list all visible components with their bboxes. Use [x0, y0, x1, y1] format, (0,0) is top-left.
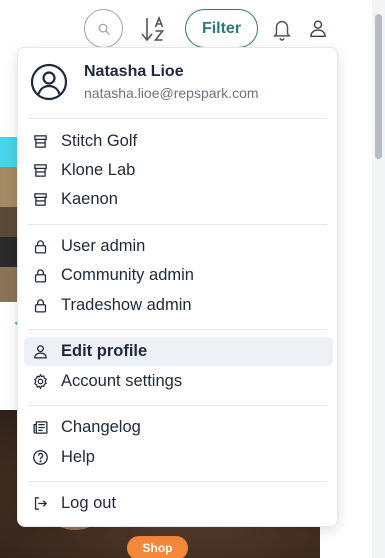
divider	[28, 118, 327, 119]
user-dropdown-menu: Natasha Lioe natasha.lioe@repspark.com S…	[17, 47, 338, 527]
menu-item-community-admin[interactable]: Community admin	[24, 261, 333, 290]
divider	[28, 405, 327, 406]
divider	[28, 329, 327, 330]
lock-icon	[32, 267, 49, 284]
menu-item-label: Kaenon	[61, 190, 118, 208]
gear-icon	[32, 373, 49, 390]
menu-item-label: Klone Lab	[61, 161, 136, 179]
menu-item-label: Stitch Golf	[61, 132, 138, 150]
search-button[interactable]	[84, 9, 123, 48]
menu-item-kaenon[interactable]: Kaenon	[24, 185, 333, 214]
menu-item-label: Log out	[61, 494, 117, 512]
logout-icon	[32, 495, 49, 512]
store-icon	[32, 191, 49, 208]
user-icon	[308, 18, 328, 38]
menu-item-help[interactable]: Help	[24, 443, 333, 472]
menu-item-label: Account settings	[61, 372, 183, 390]
scrollbar-thumb[interactable]	[375, 14, 382, 159]
sort-alpha-icon	[140, 15, 168, 43]
menu-item-stitch-golf[interactable]: Stitch Golf	[24, 127, 333, 156]
avatar-icon	[30, 63, 68, 101]
search-icon	[97, 22, 111, 36]
scrollbar[interactable]	[372, 0, 385, 558]
shop-button[interactable]: Shop	[127, 536, 188, 558]
newspaper-icon	[32, 419, 49, 436]
bell-icon	[271, 17, 293, 41]
menu-item-account-settings[interactable]: Account settings	[24, 367, 333, 396]
menu-item-user-admin[interactable]: User admin	[24, 232, 333, 261]
profile-header: Natasha Lioe natasha.lioe@repspark.com	[18, 48, 337, 118]
notifications-button[interactable]	[270, 16, 294, 42]
menu-item-tradeshow-admin[interactable]: Tradeshow admin	[24, 291, 333, 320]
filter-button[interactable]: Filter	[185, 9, 258, 48]
menu-item-log-out[interactable]: Log out	[24, 489, 333, 518]
divider	[28, 224, 327, 225]
divider	[28, 481, 327, 482]
menu-item-label: Edit profile	[61, 342, 148, 360]
menu-item-changelog[interactable]: Changelog	[24, 413, 333, 442]
help-circle-icon	[32, 449, 49, 466]
menu-item-edit-profile[interactable]: Edit profile	[24, 337, 333, 366]
menu-item-label: Tradeshow admin	[61, 296, 192, 314]
menu-item-label: Help	[61, 448, 95, 466]
user-name: Natasha Lioe	[84, 63, 184, 80]
lock-icon	[32, 238, 49, 255]
user-icon	[32, 343, 49, 360]
lock-icon	[32, 297, 49, 314]
sort-button[interactable]	[139, 14, 169, 44]
menu-item-label: User admin	[61, 237, 146, 255]
store-icon	[32, 162, 49, 179]
store-icon	[32, 133, 49, 150]
menu-item-klone-lab[interactable]: Klone Lab	[24, 156, 333, 185]
menu-item-label: Community admin	[61, 266, 194, 284]
user-menu-button[interactable]	[306, 16, 330, 40]
user-email: natasha.lioe@repspark.com	[84, 85, 259, 101]
menu-item-label: Changelog	[61, 418, 141, 436]
